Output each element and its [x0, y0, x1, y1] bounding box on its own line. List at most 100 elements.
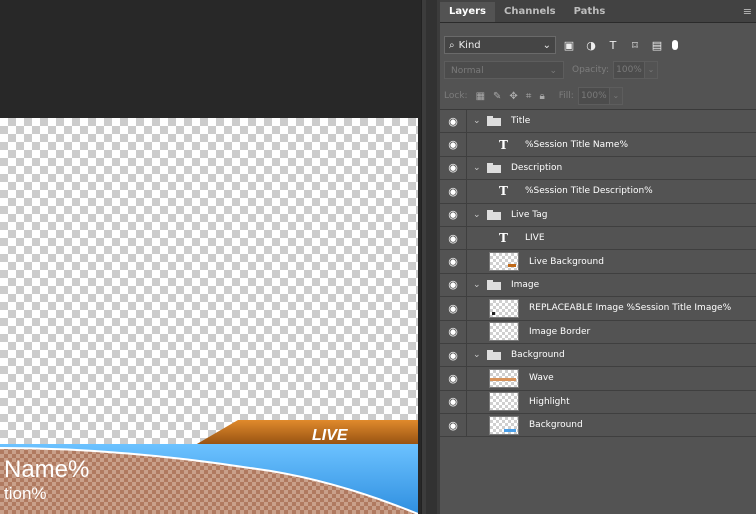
filter-toggle[interactable] — [672, 40, 678, 50]
layer-row[interactable]: ◉ ⌄ Image — [440, 273, 756, 298]
smart-object-filter-icon[interactable]: ▤ — [648, 39, 666, 52]
folder-icon — [487, 116, 501, 127]
folder-icon — [487, 209, 501, 220]
session-title-name-text: Name% — [4, 456, 90, 483]
layer-row[interactable]: ◉ REPLACEABLE Image %Session Title Image… — [440, 297, 756, 321]
layer-thumbnail — [489, 415, 519, 435]
lock-image-icon[interactable]: ✎ — [493, 91, 501, 102]
panel-menu-icon[interactable]: ≡ — [743, 5, 752, 18]
text-layer-icon: T — [499, 231, 508, 246]
tab-layers[interactable]: Layers — [440, 2, 495, 22]
filter-kind-label: Kind — [458, 39, 481, 51]
layer-row[interactable]: ◉ ⌄ Background — [440, 343, 756, 368]
tab-paths[interactable]: Paths — [565, 2, 615, 22]
layer-row[interactable]: ◉ Live Background — [440, 250, 756, 274]
visibility-eye-icon[interactable]: ◉ — [440, 110, 467, 133]
chevron-down-icon[interactable]: ⌄ — [473, 350, 483, 360]
visibility-eye-icon[interactable]: ◉ — [440, 343, 467, 367]
layer-name: Image — [511, 279, 540, 290]
lock-transparent-icon[interactable]: ▦ — [476, 91, 485, 102]
lock-label: Lock: — [444, 91, 468, 101]
lock-position-icon[interactable]: ✥ — [509, 91, 517, 102]
layer-name: Background — [529, 420, 583, 431]
chevron-down-icon[interactable]: ⌄ — [473, 163, 483, 173]
lock-artboard-icon[interactable]: ⌗ — [526, 91, 532, 102]
adjustment-filter-icon[interactable]: ◑ — [582, 39, 600, 52]
panel-splitter[interactable] — [421, 0, 441, 514]
opacity-label: Opacity: — [572, 65, 609, 75]
layer-row[interactable]: ◉ ⌄ Title — [440, 110, 756, 134]
chevron-down-icon[interactable]: ⌄ — [473, 116, 483, 126]
layer-row[interactable]: ◉ T %Session Title Description% — [440, 180, 756, 204]
visibility-eye-icon[interactable]: ◉ — [440, 250, 467, 273]
layer-row[interactable]: ◉ Image Border — [440, 320, 756, 344]
layer-row[interactable]: ◉ T LIVE — [440, 226, 756, 251]
visibility-eye-icon[interactable]: ◉ — [440, 367, 467, 390]
pixel-filter-icon[interactable]: ▣ — [560, 39, 578, 52]
layers-list: ◉ ⌄ Title ◉ T %Session Title Name% ◉ ⌄ D… — [440, 109, 756, 438]
live-tag-shape — [190, 420, 418, 448]
blend-mode-value: Normal — [451, 66, 484, 76]
layer-filter-row: ⌕ Kind ⌄ ▣ ◑ T ⌑ ▤ — [444, 35, 752, 55]
visibility-eye-icon[interactable]: ◉ — [440, 390, 467, 414]
panel-tabs: Layers Channels Paths — [440, 0, 756, 23]
fill-field[interactable]: 100% — [577, 87, 610, 105]
layer-name: Title — [511, 116, 531, 127]
fill-label: Fill: — [558, 91, 574, 101]
layer-thumbnail — [489, 368, 519, 388]
text-layer-icon: T — [499, 137, 508, 152]
visibility-eye-icon[interactable]: ◉ — [440, 180, 467, 203]
layers-panel: Layers Channels Paths ≡ ⌕ Kind ⌄ ▣ ◑ T ⌑… — [440, 0, 756, 514]
visibility-eye-icon[interactable]: ◉ — [440, 203, 467, 226]
visibility-eye-icon[interactable]: ◉ — [440, 320, 467, 343]
blend-mode-select[interactable]: Normal ⌄ — [444, 61, 564, 79]
layer-row[interactable]: ◉ Wave — [440, 367, 756, 391]
layer-name: %Session Title Description% — [525, 186, 653, 197]
layer-name: Live Background — [529, 256, 604, 267]
visibility-eye-icon[interactable]: ◉ — [440, 226, 467, 250]
visibility-eye-icon[interactable]: ◉ — [440, 273, 467, 297]
layer-name: Highlight — [529, 396, 570, 407]
chevron-down-icon: ⌄ — [542, 39, 551, 51]
filter-kind-select[interactable]: ⌕ Kind ⌄ — [444, 36, 556, 54]
chevron-down-icon[interactable]: ⌄ — [473, 280, 483, 290]
blend-row: Normal ⌄ Opacity: 100% ⌄ — [444, 60, 752, 80]
visibility-eye-icon[interactable]: ◉ — [440, 297, 467, 320]
layer-name: Background — [511, 350, 565, 361]
layer-row[interactable]: ◉ Highlight — [440, 390, 756, 415]
layer-row[interactable]: ◉ ⌄ Live Tag — [440, 203, 756, 227]
visibility-eye-icon[interactable]: ◉ — [440, 133, 467, 156]
layer-row[interactable]: ◉ T %Session Title Name% — [440, 133, 756, 157]
layer-thumbnail — [489, 252, 519, 272]
layer-row[interactable]: ◉ Background — [440, 414, 756, 438]
layer-name: LIVE — [525, 233, 545, 244]
shape-filter-icon[interactable]: ⌑ — [626, 39, 644, 52]
live-label: LIVE — [312, 427, 348, 444]
lock-row: Lock: ▦ ✎ ✥ ⌗ 🔒︎ Fill: 100% ⌄ — [444, 86, 752, 106]
chevron-down-icon: ⌄ — [549, 66, 557, 76]
visibility-eye-icon[interactable]: ◉ — [440, 414, 467, 437]
document-canvas-area[interactable]: LIVE Name% tion% — [0, 0, 421, 514]
layer-name: Image Border — [529, 326, 591, 337]
folder-icon — [487, 162, 501, 173]
layer-name: Description — [511, 162, 563, 173]
session-title-description-text: tion% — [4, 484, 47, 503]
document-canvas[interactable]: LIVE Name% tion% — [0, 118, 418, 514]
opacity-dropdown-icon[interactable]: ⌄ — [645, 61, 658, 79]
tab-channels[interactable]: Channels — [495, 2, 565, 22]
text-layer-icon: T — [499, 184, 508, 199]
layer-thumbnail — [489, 298, 519, 318]
lock-all-icon[interactable]: 🔒︎ — [539, 91, 544, 102]
layer-name: REPLACEABLE Image %Session Title Image% — [529, 303, 732, 314]
layer-thumbnail — [489, 322, 519, 342]
chevron-down-icon[interactable]: ⌄ — [473, 210, 483, 220]
layer-row[interactable]: ◉ ⌄ Description — [440, 156, 756, 181]
visibility-eye-icon[interactable]: ◉ — [440, 156, 467, 180]
opacity-field[interactable]: 100% — [613, 61, 645, 79]
layer-name: Live Tag — [511, 209, 548, 220]
type-filter-icon[interactable]: T — [604, 39, 622, 52]
fill-dropdown-icon[interactable]: ⌄ — [609, 87, 623, 105]
layer-name: Wave — [529, 373, 554, 384]
layer-name: %Session Title Name% — [525, 139, 629, 150]
folder-icon — [487, 350, 501, 361]
